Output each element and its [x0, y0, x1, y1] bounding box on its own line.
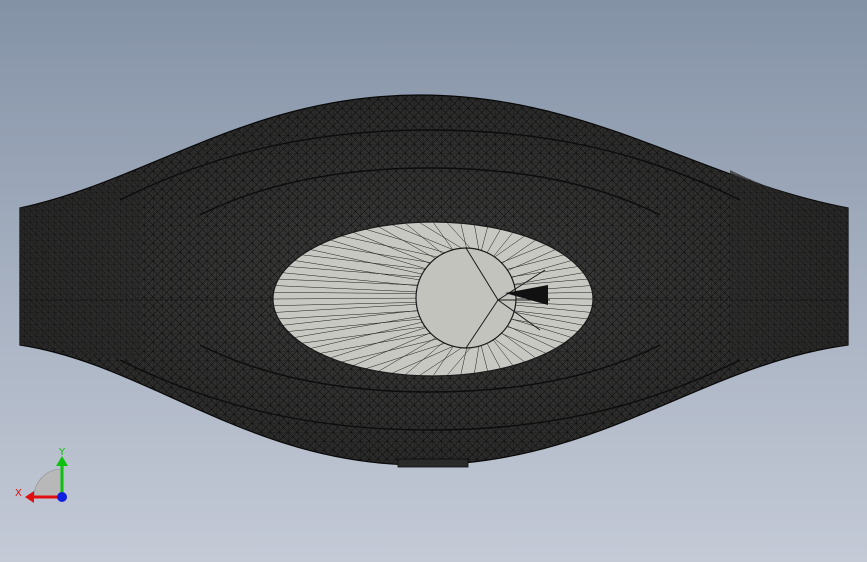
- graphics-viewport[interactable]: Y X: [0, 0, 867, 562]
- triad-z-axis: [57, 492, 67, 502]
- model-view[interactable]: Y X: [0, 0, 867, 562]
- triad-x-label: X: [15, 488, 22, 499]
- triad-plane-quadrant: [33, 468, 63, 498]
- triad-x-arrow: [25, 491, 34, 503]
- orientation-triad[interactable]: Y X: [15, 447, 68, 503]
- triad-y-label: Y: [58, 447, 66, 458]
- model-bottom-tab: [397, 458, 469, 468]
